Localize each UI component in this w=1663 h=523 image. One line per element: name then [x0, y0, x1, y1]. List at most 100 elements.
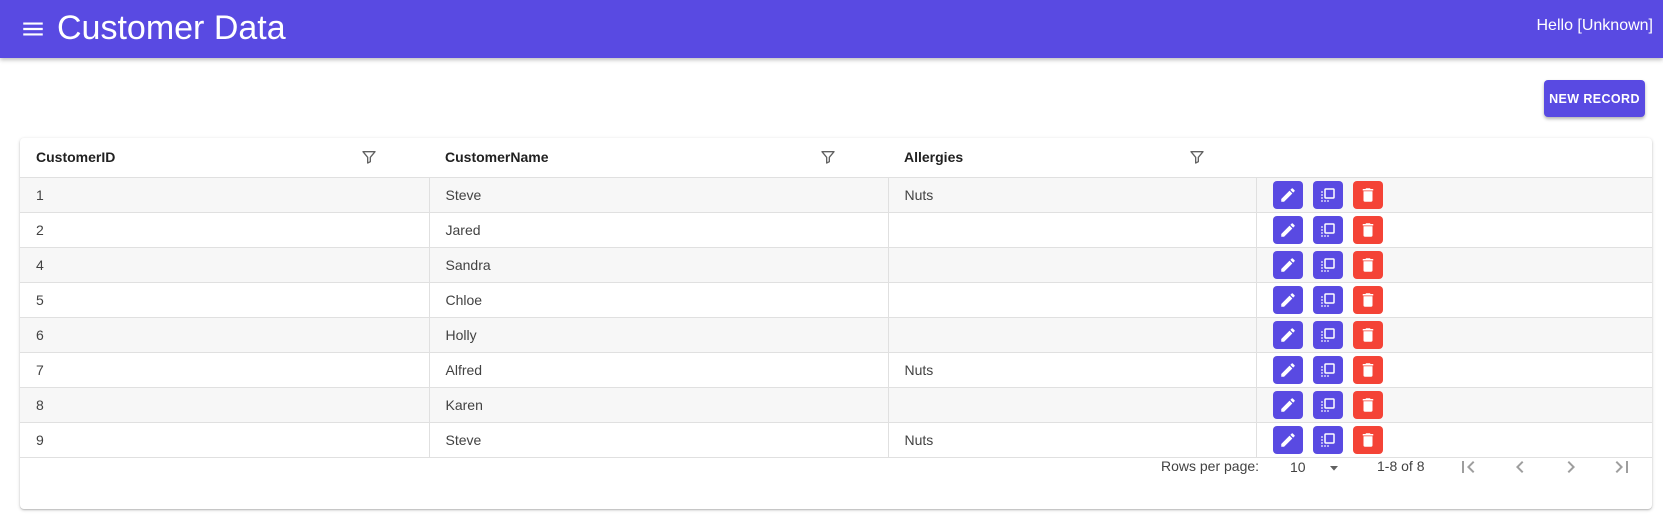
delete-button[interactable] [1352, 391, 1383, 419]
copy-button[interactable] [1312, 286, 1343, 314]
customerid-value: 4 [36, 257, 44, 273]
filter-icon[interactable] [820, 149, 836, 165]
edit-button[interactable] [1272, 286, 1303, 314]
cell-customername: Alfred [429, 352, 889, 388]
cell-customerid: 1 [20, 177, 430, 213]
data-table: CustomerID CustomerName Allergies 1 Stev… [20, 138, 1652, 458]
previous-page-icon[interactable] [1508, 455, 1532, 479]
cell-actions [1256, 352, 1652, 388]
delete-button[interactable] [1352, 216, 1383, 244]
rows-per-page-value: 10 [1290, 459, 1306, 475]
edit-button[interactable] [1272, 321, 1303, 349]
table-row: 2 Jared [20, 212, 1652, 248]
delete-button[interactable] [1352, 286, 1383, 314]
customerid-value: 5 [36, 292, 44, 308]
delete-button[interactable] [1352, 181, 1383, 209]
column-label: CustomerName [445, 149, 549, 165]
cell-customerid: 4 [20, 247, 430, 283]
cell-customername: Holly [429, 317, 889, 353]
cell-allergies [888, 317, 1257, 353]
table-row: 8 Karen [20, 387, 1652, 423]
customername-value: Alfred [445, 362, 483, 378]
cell-customername: Karen [429, 387, 889, 423]
delete-button[interactable] [1352, 251, 1383, 279]
cell-customerid: 5 [20, 282, 430, 318]
customername-value: Karen [445, 397, 483, 413]
copy-button[interactable] [1312, 391, 1343, 419]
app-bar: Customer Data Hello [Unknown] [0, 0, 1663, 58]
edit-button[interactable] [1272, 216, 1303, 244]
cell-customername: Sandra [429, 247, 889, 283]
delete-button[interactable] [1352, 321, 1383, 349]
cell-customername: Chloe [429, 282, 889, 318]
column-header-actions [1256, 138, 1652, 178]
table-row: 6 Holly [20, 317, 1652, 353]
new-record-button[interactable]: NEW RECORD [1544, 80, 1645, 117]
cell-allergies [888, 282, 1257, 318]
cell-customerid: 6 [20, 317, 430, 353]
pagination-range: 1-8 of 8 [1377, 458, 1425, 474]
pagination-bar: Rows per page: 10 1-8 of 8 [20, 441, 1652, 493]
cell-actions [1256, 282, 1652, 318]
customername-value: Sandra [445, 257, 491, 273]
edit-button[interactable] [1272, 251, 1303, 279]
column-label: Allergies [904, 149, 964, 165]
customerid-value: 1 [36, 187, 44, 203]
customername-value: Holly [445, 327, 477, 343]
cell-customerid: 7 [20, 352, 430, 388]
cell-actions [1256, 247, 1652, 283]
column-header-allergies: Allergies [888, 138, 1256, 178]
customerid-value: 7 [36, 362, 44, 378]
table-row: 1 Steve Nuts [20, 177, 1652, 213]
customername-value: Chloe [445, 292, 483, 308]
delete-button[interactable] [1352, 356, 1383, 384]
first-page-icon[interactable] [1456, 455, 1480, 479]
cell-customerid: 2 [20, 212, 430, 248]
table-header-row: CustomerID CustomerName Allergies [20, 138, 1652, 178]
user-greeting: Hello [Unknown] [1536, 17, 1654, 34]
copy-button[interactable] [1312, 321, 1343, 349]
rows-per-page-select[interactable]: 10 [1290, 455, 1346, 479]
filter-icon[interactable] [361, 149, 377, 165]
dropdown-arrow-icon [1326, 460, 1342, 476]
page-title: Customer Data [57, 9, 286, 47]
cell-allergies: Nuts [888, 352, 1257, 388]
edit-button[interactable] [1272, 391, 1303, 419]
menu-icon[interactable] [20, 16, 46, 42]
edit-button[interactable] [1272, 356, 1303, 384]
customerid-value: 6 [36, 327, 44, 343]
column-header-customerid: CustomerID [20, 138, 429, 178]
customername-value: Steve [445, 187, 482, 203]
cell-allergies [888, 387, 1257, 423]
copy-button[interactable] [1312, 356, 1343, 384]
copy-button[interactable] [1312, 251, 1343, 279]
allergies-value: Nuts [904, 187, 934, 203]
table-row: 4 Sandra [20, 247, 1652, 283]
cell-customername: Steve [429, 177, 889, 213]
rows-per-page-label: Rows per page: [1161, 458, 1260, 474]
cell-actions [1256, 212, 1652, 248]
next-page-icon[interactable] [1559, 455, 1583, 479]
customer-data-grid: CustomerID CustomerName Allergies 1 Stev… [20, 138, 1652, 509]
cell-actions [1256, 387, 1652, 423]
table-row: 5 Chloe [20, 282, 1652, 318]
column-header-customername: CustomerName [429, 138, 888, 178]
cell-customername: Jared [429, 212, 889, 248]
cell-allergies [888, 247, 1257, 283]
copy-button[interactable] [1312, 216, 1343, 244]
cell-actions [1256, 317, 1652, 353]
column-label: CustomerID [36, 149, 116, 165]
edit-button[interactable] [1272, 181, 1303, 209]
customername-value: Jared [445, 222, 481, 238]
customerid-value: 8 [36, 397, 44, 413]
filter-icon[interactable] [1189, 149, 1205, 165]
allergies-value: Nuts [904, 362, 934, 378]
cell-allergies [888, 212, 1257, 248]
copy-button[interactable] [1312, 181, 1343, 209]
customerid-value: 2 [36, 222, 44, 238]
cell-actions [1256, 177, 1652, 213]
cell-customerid: 8 [20, 387, 430, 423]
cell-allergies: Nuts [888, 177, 1257, 213]
table-row: 7 Alfred Nuts [20, 352, 1652, 388]
last-page-icon[interactable] [1610, 455, 1634, 479]
